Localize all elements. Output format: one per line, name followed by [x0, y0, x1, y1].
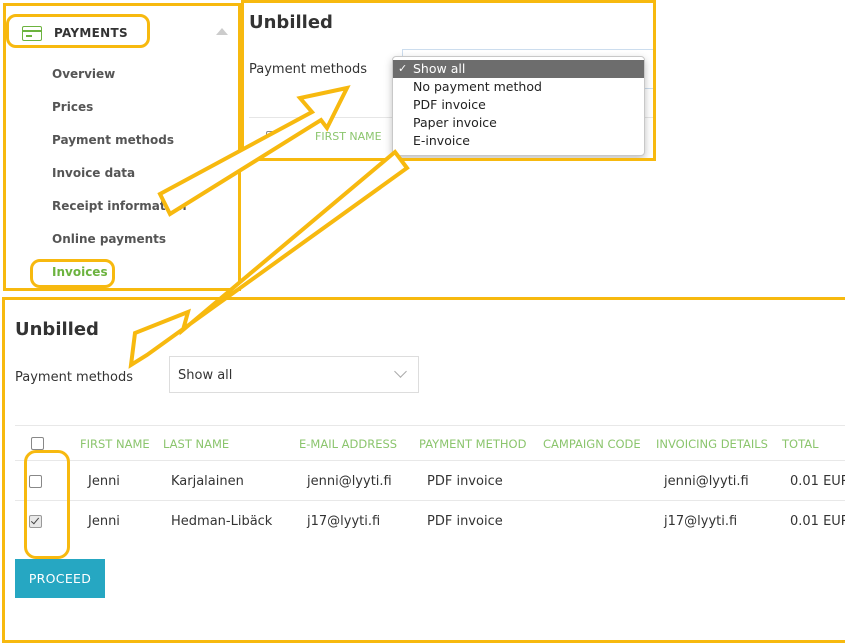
sidebar-item-payment-methods[interactable]: Payment methods	[52, 133, 174, 147]
cell-email: j17@lyyti.fi	[307, 514, 381, 529]
chevron-down-icon	[394, 365, 407, 378]
collapse-caret-icon[interactable]	[216, 28, 228, 35]
cell-total: 0.01 EUR	[790, 474, 845, 489]
cell-payment-method: PDF invoice	[427, 474, 503, 489]
page-title: Unbilled	[249, 12, 333, 33]
cell-total: 0.01 EUR	[790, 514, 845, 529]
column-header-first-name[interactable]: FIRST NAME	[80, 437, 150, 451]
sidebar-item-online-payments[interactable]: Online payments	[52, 232, 166, 246]
sidebar-item-invoice-data[interactable]: Invoice data	[52, 166, 135, 180]
dropdown-option-e-invoice[interactable]: E-invoice	[393, 132, 644, 150]
column-header-first-name: FIRST NAME	[315, 130, 382, 143]
highlight-ring-payments	[6, 14, 150, 48]
dropdown-option-no-payment-method[interactable]: No payment method	[393, 78, 644, 96]
highlight-ring-row-checkboxes	[24, 450, 70, 559]
cell-email: jenni@lyyti.fi	[307, 474, 392, 489]
column-header-payment-method[interactable]: PAYMENT METHOD	[419, 437, 526, 451]
cell-invoicing-details: jenni@lyyti.fi	[664, 474, 749, 489]
unbilled-table: FIRST NAME LAST NAME E-MAIL ADDRESS PAYM…	[15, 425, 845, 541]
cell-last-name: Karjalainen	[171, 474, 244, 489]
highlight-ring-invoices	[30, 259, 115, 288]
cell-first-name: Jenni	[88, 514, 120, 529]
payment-methods-dropdown[interactable]: ✓ Show all No payment method PDF invoice…	[392, 56, 645, 156]
column-header-last-name[interactable]: LAST NAME	[163, 437, 229, 451]
column-header-invoicing-details[interactable]: INVOICING DETAILS	[656, 437, 768, 451]
sidebar-item-receipt-information[interactable]: Receipt information	[52, 199, 187, 213]
table-row: Jenni Karjalainen jenni@lyyti.fi PDF inv…	[15, 460, 845, 501]
sidebar-item-prices[interactable]: Prices	[52, 100, 93, 114]
bottom-unbilled-panel: Unbilled Payment methods Show all FIRST …	[2, 297, 845, 643]
cell-invoicing-details: j17@lyyti.fi	[664, 514, 738, 529]
proceed-button[interactable]: PROCEED	[15, 559, 105, 598]
cell-first-name: Jenni	[88, 474, 120, 489]
page-title: Unbilled	[15, 319, 99, 340]
top-unbilled-panel: Unbilled Payment methods FIRST NAME ✓ Sh…	[241, 0, 656, 161]
select-value: Show all	[178, 368, 233, 383]
dropdown-option-pdf-invoice[interactable]: PDF invoice	[393, 96, 644, 114]
dropdown-option-paper-invoice[interactable]: Paper invoice	[393, 114, 644, 132]
checkmark-icon: ✓	[398, 62, 408, 75]
payment-methods-label: Payment methods	[249, 62, 368, 77]
column-header-campaign-code[interactable]: CAMPAIGN CODE	[543, 437, 641, 451]
select-all-checkbox[interactable]	[31, 437, 44, 450]
payment-methods-label: Payment methods	[15, 370, 134, 385]
sidebar-item-overview[interactable]: Overview	[52, 67, 115, 81]
payments-sidebar: PAYMENTS Overview Prices Payment methods…	[3, 3, 241, 291]
cell-payment-method: PDF invoice	[427, 514, 503, 529]
select-all-checkbox[interactable]	[266, 131, 279, 144]
cell-last-name: Hedman-Libäck	[171, 514, 273, 529]
payment-methods-select[interactable]: Show all	[169, 356, 419, 393]
dropdown-option-show-all[interactable]: ✓ Show all	[393, 60, 644, 78]
table-row: Jenni Hedman-Libäck j17@lyyti.fi PDF inv…	[15, 500, 845, 541]
column-header-total[interactable]: TOTAL	[782, 437, 818, 451]
column-header-email[interactable]: E-MAIL ADDRESS	[299, 437, 397, 451]
